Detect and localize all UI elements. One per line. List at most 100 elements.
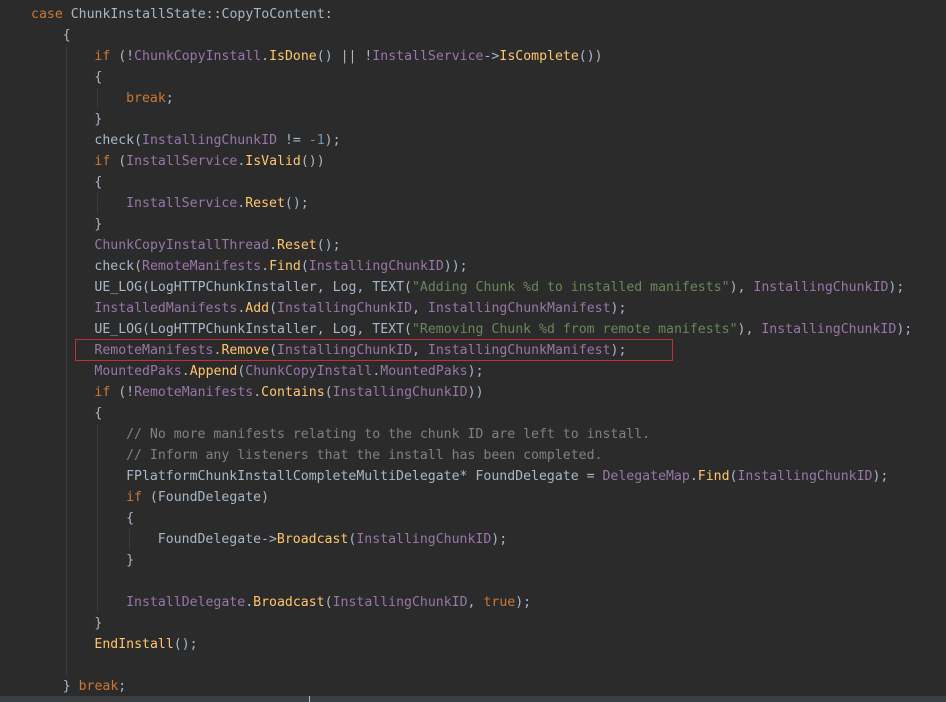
code-token-plain: {: [62, 27, 71, 43]
code-token-plain: .: [237, 195, 246, 211]
code-token-plain: ()): [578, 48, 603, 64]
code-token-plain: .: [261, 258, 270, 274]
code-token-field: RemoteManifests: [142, 258, 262, 274]
code-line[interactable]: {: [94, 172, 102, 193]
code-token-field: ChunkCopyInstallThread: [94, 237, 270, 253]
code-token-plain: }: [126, 552, 135, 568]
code-line[interactable]: {: [126, 508, 134, 529]
code-token-plain: );: [491, 531, 508, 547]
code-line[interactable]: {: [63, 25, 71, 46]
code-line[interactable]: case ChunkInstallState::CopyToContent:: [31, 4, 333, 25]
code-token-plain: ,: [412, 300, 428, 316]
code-token-field: ChunkCopyInstall: [245, 363, 373, 379]
code-token-plain: ChunkInstallState::CopyToContent:: [70, 6, 333, 22]
code-token-field: ChunkCopyInstall: [134, 48, 262, 64]
code-line[interactable]: FoundDelegate->Broadcast(InstallingChunk…: [158, 529, 507, 550]
code-token-plain: (: [300, 258, 309, 274]
code-line[interactable]: } break;: [63, 676, 127, 697]
code-line[interactable]: {: [94, 67, 102, 88]
code-token-method: Broadcast: [276, 531, 349, 547]
code-token-field: InstallingChunkID: [308, 258, 444, 274]
code-token-plain: UE_LOG(LogHTTPChunkInstaller, Log, TEXT(: [94, 321, 412, 337]
code-token-method: Find: [269, 258, 301, 274]
code-token-plain: () || !: [316, 48, 373, 64]
code-token-method: Contains: [261, 384, 325, 400]
code-token-field: MountedPaks: [94, 363, 182, 379]
code-token-method: Reset: [277, 237, 317, 253]
code-token-field: InstallingChunkID: [332, 594, 468, 610]
code-line[interactable]: {: [94, 403, 102, 424]
code-token-field: RemoteManifests: [134, 384, 254, 400]
code-token-field: InstallDelegate: [126, 594, 246, 610]
code-token-field: InstallService: [372, 48, 484, 64]
code-line[interactable]: }: [94, 613, 102, 634]
code-token-keyword: if: [94, 48, 119, 64]
code-token-method: Add: [245, 300, 270, 316]
code-token-field: InstallingChunkManifest: [427, 300, 611, 316]
code-line[interactable]: }: [126, 550, 134, 571]
code-line[interactable]: }: [94, 214, 102, 235]
code-token-plain: (!: [118, 384, 135, 400]
code-token-field: InstallingChunkID: [356, 531, 492, 547]
code-line[interactable]: break;: [126, 88, 174, 109]
indent-guide: [97, 87, 99, 109]
code-token-comment: // Inform any listeners that the install…: [126, 447, 603, 463]
code-line[interactable]: check(RemoteManifests.Find(InstallingChu…: [94, 256, 467, 277]
code-line[interactable]: UE_LOG(LogHTTPChunkInstaller, Log, TEXT(…: [94, 277, 904, 298]
code-token-field: InstallingChunkID: [737, 468, 873, 484]
code-token-plain: .: [261, 48, 270, 64]
code-token-plain: ();: [284, 195, 309, 211]
code-line[interactable]: // No more manifests relating to the chu…: [126, 424, 650, 445]
highlight-box: [75, 338, 673, 361]
code-token-plain: .: [181, 363, 190, 379]
code-token-plain: (: [324, 384, 333, 400]
code-line[interactable]: check(InstallingChunkID != -1);: [94, 130, 340, 151]
code-token-keyword: break: [126, 90, 166, 106]
code-line[interactable]: InstalledManifests.Add(InstallingChunkID…: [94, 298, 626, 319]
indent-guide: [65, 45, 67, 676]
code-token-plain: ),: [737, 321, 762, 337]
code-editor[interactable]: case ChunkInstallState::CopyToContent:{i…: [0, 0, 946, 702]
code-token-plain: ()): [300, 153, 325, 169]
code-token-comment: // No more manifests relating to the chu…: [126, 426, 651, 442]
code-token-field: InstallingChunkID: [142, 132, 278, 148]
code-token-plain: ,: [467, 594, 484, 610]
code-line[interactable]: if (!ChunkCopyInstall.IsDone() || !Insta…: [94, 46, 602, 67]
code-line[interactable]: InstallDelegate.Broadcast(InstallingChun…: [126, 592, 531, 613]
code-token-field: InstallingChunkID: [332, 384, 468, 400]
code-line[interactable]: }: [94, 109, 102, 130]
code-token-method: IsDone: [269, 48, 317, 64]
indent-guide: [97, 423, 99, 613]
code-token-plain: );: [467, 363, 484, 379]
code-token-field: DelegateMap: [602, 468, 690, 484]
code-token-keyword: true: [483, 594, 516, 610]
code-line[interactable]: if (!RemoteManifests.Contains(Installing…: [94, 382, 483, 403]
code-line[interactable]: // Inform any listeners that the install…: [126, 445, 602, 466]
code-token-plain: );: [324, 132, 341, 148]
text-caret: [309, 696, 310, 702]
code-line[interactable]: EndInstall();: [94, 634, 197, 655]
code-token-plain: .: [253, 384, 262, 400]
code-line[interactable]: ChunkCopyInstallThread.Reset();: [94, 235, 340, 256]
code-line[interactable]: InstallService.Reset();: [126, 193, 309, 214]
code-token-keyword: case: [31, 6, 71, 22]
code-token-plain: FPlatformChunkInstallCompleteMultiDelega…: [126, 468, 603, 484]
code-token-method: IsComplete: [499, 48, 579, 64]
code-token-plain: ;: [118, 678, 127, 694]
code-token-plain: {: [126, 510, 135, 526]
code-line[interactable]: if (FoundDelegate): [126, 487, 269, 508]
code-token-plain: ();: [316, 237, 341, 253]
code-token-method: Broadcast: [253, 594, 325, 610]
code-token-field: MountedPaks: [380, 363, 468, 379]
code-token-method: EndInstall: [94, 636, 174, 652]
code-token-keyword: if: [126, 489, 150, 505]
horizontal-scrollbar[interactable]: [0, 696, 946, 702]
code-token-plain: check(: [94, 132, 143, 148]
code-line[interactable]: FPlatformChunkInstallCompleteMultiDelega…: [126, 466, 888, 487]
code-line[interactable]: MountedPaks.Append(ChunkCopyInstall.Moun…: [94, 361, 483, 382]
code-token-plain: );: [515, 594, 532, 610]
code-line[interactable]: if (InstallService.IsValid()): [94, 151, 324, 172]
code-token-plain: (!: [118, 48, 135, 64]
code-line[interactable]: UE_LOG(LogHTTPChunkInstaller, Log, TEXT(…: [94, 319, 912, 340]
code-token-plain: .: [269, 237, 278, 253]
